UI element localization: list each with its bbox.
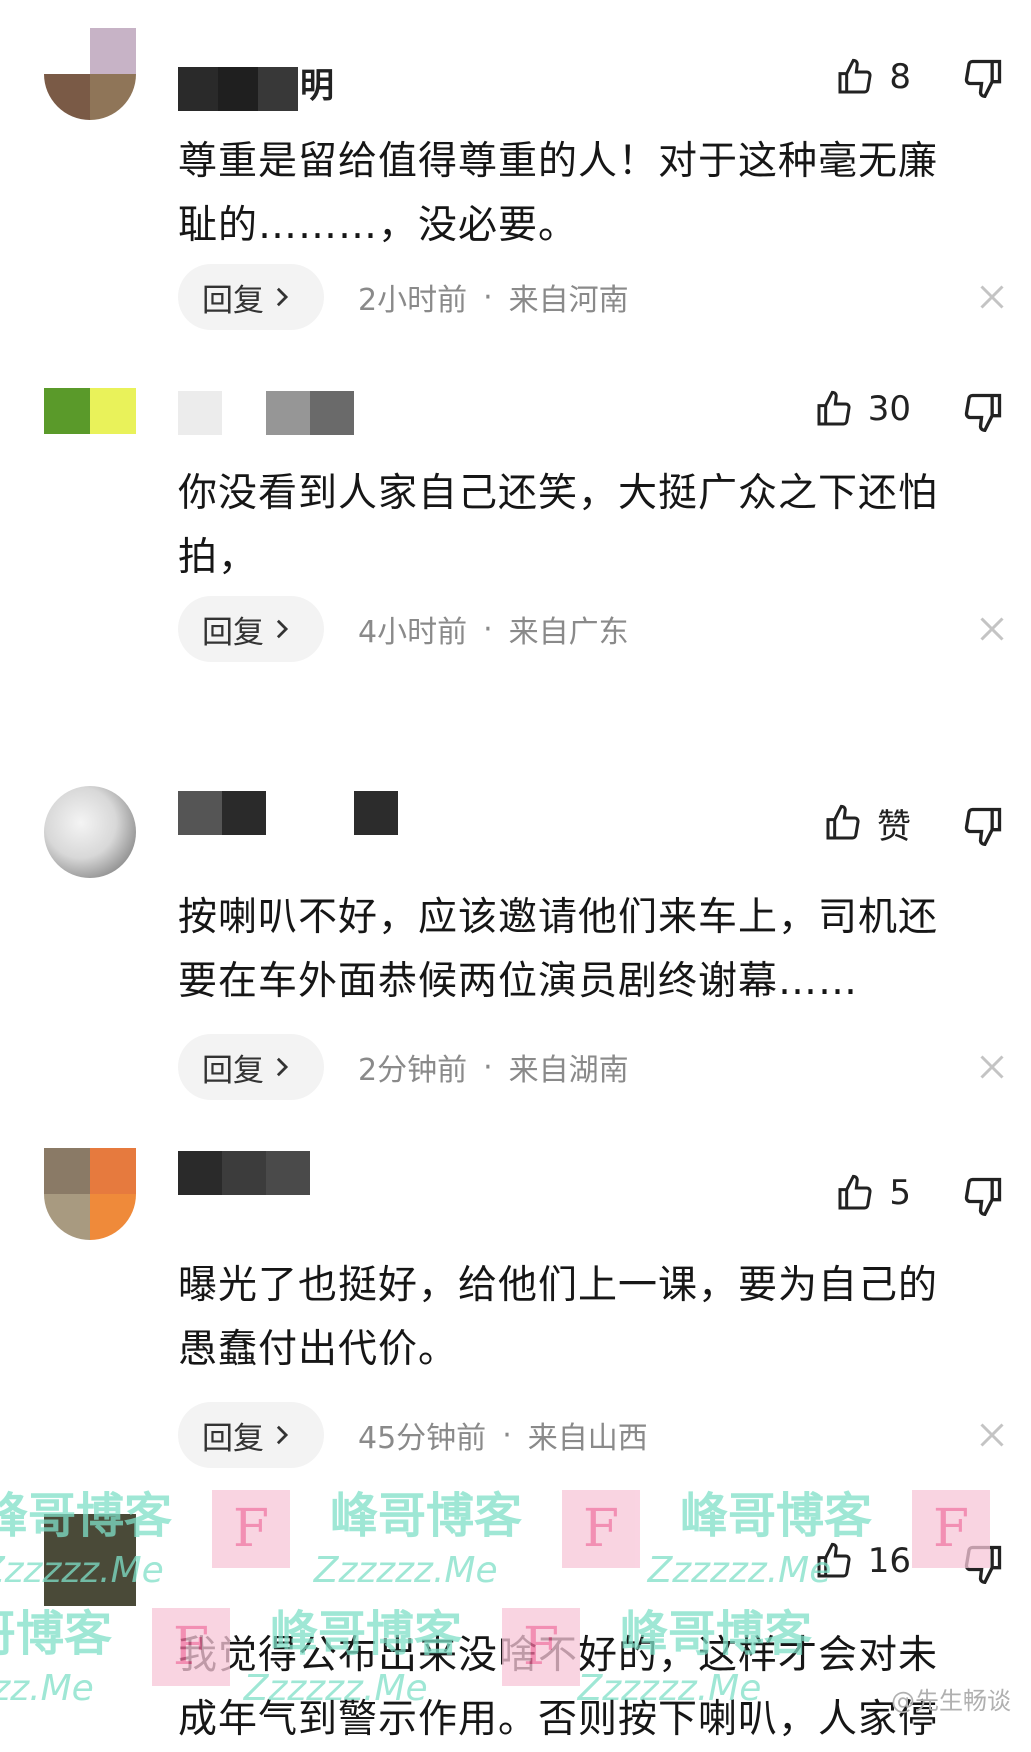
close-icon[interactable] (977, 614, 1007, 644)
avatar[interactable] (44, 786, 136, 878)
username-fragment: 明 (300, 66, 334, 106)
timestamp: 2小时前 (358, 283, 468, 318)
thumbs-down-icon[interactable] (961, 390, 1005, 434)
avatar[interactable] (44, 388, 136, 434)
comment-text: 曝光了也挺好，给他们上一课，要为自己的 愚蠢付出代价。 (178, 1263, 939, 1372)
like-count: 16 (867, 1541, 911, 1581)
username[interactable] (178, 66, 298, 112)
avatar[interactable] (44, 1514, 136, 1606)
like-count: 5 (889, 1173, 911, 1213)
chevron-right-icon (276, 619, 289, 639)
thumbs-up-icon (838, 1174, 872, 1210)
thumbs-down-icon[interactable] (961, 804, 1005, 848)
like-button[interactable]: 赞 (823, 798, 911, 848)
comment-text: 尊重是留给值得尊重的人！对于这种毫无廉 耻的………，没必要。 (178, 139, 939, 248)
reply-button[interactable]: 回复 (178, 596, 324, 662)
chevron-right-icon (276, 1057, 289, 1077)
thumbs-down-icon[interactable] (961, 1174, 1005, 1218)
thumbs-up-icon (817, 390, 851, 426)
thumbs-up-icon (826, 804, 860, 840)
comment-meta: 回复 45分钟前 · 来自山西 (178, 1402, 648, 1468)
watermark-title: 峰哥博客 (0, 1606, 113, 1662)
thumbs-down-icon[interactable] (961, 56, 1005, 100)
avatar[interactable] (44, 1148, 136, 1240)
like-button[interactable]: 5 (835, 1168, 911, 1218)
timestamp: 2分钟前 (358, 1053, 468, 1088)
watermark-url: Zzzzzz.Me (313, 1550, 498, 1591)
chevron-right-icon (276, 287, 289, 307)
like-button[interactable]: 30 (814, 384, 911, 434)
location: 来自广东 (508, 615, 629, 650)
comment-text: 你没看到人家自己还笑，大挺广众之下还怕 拍， (178, 471, 939, 580)
close-icon[interactable] (977, 282, 1007, 312)
comment-meta: 回复 2分钟前 · 来自湖南 (178, 1034, 629, 1100)
username[interactable] (178, 1150, 310, 1196)
reply-button[interactable]: 回复 (178, 264, 324, 330)
comment-meta: 回复 4小时前 · 来自广东 (178, 596, 629, 662)
like-count: 30 (867, 389, 911, 429)
timestamp: 45分钟前 (358, 1421, 487, 1456)
like-button[interactable]: 8 (835, 52, 911, 102)
watermark-url: Zzzzzz.Me (0, 1668, 94, 1709)
avatar[interactable] (44, 28, 136, 120)
username[interactable] (178, 390, 354, 436)
timestamp: 4小时前 (358, 615, 468, 650)
comment-text: 按喇叭不好，应该邀请他们来车上，司机还 要在车外面恭候两位演员剧终谢幕…… (178, 895, 939, 1004)
username[interactable] (178, 790, 398, 836)
chevron-right-icon (276, 1425, 289, 1445)
source-credit: @先生畅谈 (891, 1687, 1011, 1715)
thumbs-down-icon[interactable] (961, 1542, 1005, 1586)
location: 来自河南 (508, 283, 629, 318)
thumbs-up-icon (838, 58, 872, 94)
reply-button[interactable]: 回复 (178, 1402, 324, 1468)
watermark-logo: F (562, 1490, 641, 1568)
watermark-url: Zzzzzz.Me (647, 1550, 832, 1591)
thumbs-up-icon (817, 1542, 851, 1578)
close-icon[interactable] (977, 1420, 1007, 1450)
location: 来自湖南 (508, 1053, 629, 1088)
comment-meta: 回复 2小时前 · 来自河南 (178, 264, 629, 330)
location: 来自山西 (527, 1421, 648, 1456)
like-count: 8 (889, 57, 911, 97)
like-count: 赞 (877, 806, 911, 847)
watermark-title: 峰哥博客 (330, 1488, 523, 1544)
close-icon[interactable] (977, 1052, 1007, 1082)
watermark-logo: F (212, 1490, 291, 1568)
reply-button[interactable]: 回复 (178, 1034, 324, 1100)
like-button[interactable]: 16 (814, 1536, 911, 1586)
